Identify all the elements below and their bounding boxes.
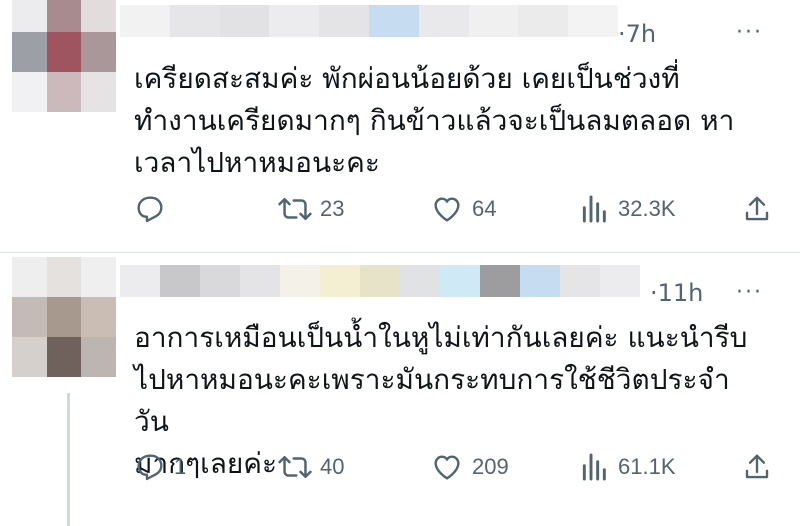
like-button[interactable]: 64 [430, 192, 496, 226]
like-count: 64 [472, 196, 497, 221]
reply-icon [137, 454, 163, 481]
view-count: 61.1K [618, 454, 676, 479]
share-button[interactable] [742, 450, 772, 484]
views-icon [582, 453, 606, 481]
tweet-2[interactable]: ··· ·11h อาการเหมือนเป็นน้ำในหูไม่เท่ากั… [0, 253, 800, 526]
views-button[interactable]: 61.1K [580, 450, 676, 484]
retweet-button[interactable]: 23 [278, 192, 344, 226]
more-options-icon[interactable]: ··· [736, 280, 763, 305]
views-button[interactable]: 32.3K [580, 192, 676, 226]
avatar[interactable] [12, 257, 116, 377]
view-count: 32.3K [618, 196, 676, 221]
retweet-icon [278, 455, 312, 479]
tweet-actions: 1 40 209 61.1K [130, 450, 780, 484]
tweet-timestamp[interactable]: ·11h [650, 279, 703, 307]
reply-button[interactable]: 1 [134, 450, 186, 484]
views-icon [582, 195, 606, 223]
heart-icon [434, 455, 460, 480]
tweet-actions: 23 64 32.3K [130, 192, 780, 226]
tweet-1[interactable]: ·7h ··· เครียดสะสมค่ะ พักผ่อนน้อยด้วย เค… [0, 0, 800, 252]
more-options-icon[interactable]: ··· [736, 20, 763, 45]
author-name-blurred[interactable] [120, 5, 618, 37]
retweet-icon [278, 197, 312, 221]
avatar[interactable] [12, 0, 116, 112]
thread-line [67, 393, 70, 526]
like-button[interactable]: 209 [430, 450, 509, 484]
retweet-button[interactable]: 40 [278, 450, 344, 484]
share-icon [745, 196, 769, 221]
heart-icon [434, 197, 460, 222]
reply-count: 1 [174, 454, 187, 479]
like-count: 209 [472, 454, 509, 479]
tweet-timestamp[interactable]: ·7h [618, 20, 656, 48]
reply-icon [137, 196, 163, 223]
share-icon [745, 454, 769, 479]
reply-button[interactable] [134, 192, 174, 226]
author-name-blurred[interactable] [120, 265, 640, 297]
retweet-count: 23 [320, 196, 345, 221]
tweet-text: เครียดสะสมค่ะ พักผ่อนน้อยด้วย เคยเป็นช่ว… [134, 62, 735, 179]
share-button[interactable] [742, 192, 772, 226]
retweet-count: 40 [320, 454, 345, 479]
